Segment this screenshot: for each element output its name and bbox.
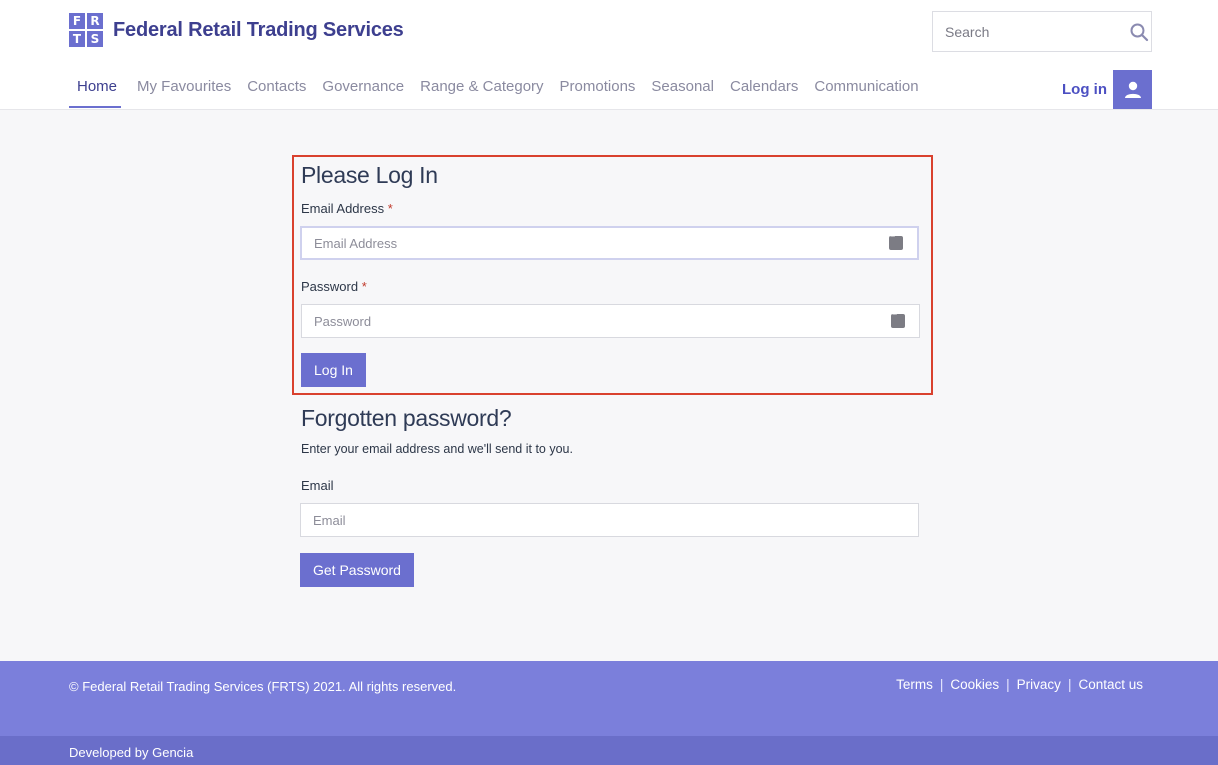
logo-mark: F R T S xyxy=(69,13,103,47)
footer-link-cookies[interactable]: Cookies xyxy=(950,677,999,692)
password-label: Password * xyxy=(301,279,367,294)
nav-item-home[interactable]: Home xyxy=(69,78,122,108)
search-input[interactable] xyxy=(933,12,1126,51)
password-field xyxy=(301,304,920,338)
password-manager-icon[interactable] xyxy=(891,311,905,328)
copyright-text: © Federal Retail Trading Services (FRTS)… xyxy=(69,679,457,694)
login-title: Please Log In xyxy=(301,162,438,188)
required-mark: * xyxy=(361,279,367,294)
password-input[interactable] xyxy=(302,305,891,337)
nav-item-contacts[interactable]: Contacts xyxy=(247,78,306,108)
forgot-email-input[interactable] xyxy=(301,504,918,536)
nav-item-seasonal[interactable]: Seasonal xyxy=(651,78,714,108)
forgot-email-field xyxy=(300,503,919,537)
email-field xyxy=(300,226,919,260)
email-label-text: Email Address xyxy=(301,201,385,216)
footer-link-terms[interactable]: Terms xyxy=(896,677,933,692)
required-mark: * xyxy=(387,201,393,216)
site-header: F R T S Federal Retail Trading Services … xyxy=(0,0,1218,110)
divider: | xyxy=(1067,677,1072,692)
password-label-text: Password xyxy=(301,279,359,294)
forgot-password-description: Enter your email address and we'll send … xyxy=(301,442,573,456)
nav-item-promotions[interactable]: Promotions xyxy=(560,78,636,108)
header-login-link[interactable]: Log in xyxy=(1062,81,1107,98)
site-logo[interactable]: F R T S Federal Retail Trading Services xyxy=(69,13,404,47)
logo-letter-s: S xyxy=(87,31,103,47)
footer-link-privacy[interactable]: Privacy xyxy=(1017,677,1061,692)
nav-item-range-category[interactable]: Range & Category xyxy=(420,78,543,108)
nav-item-governance[interactable]: Governance xyxy=(322,78,404,108)
nav-item-communication[interactable]: Communication xyxy=(814,78,918,108)
email-label: Email Address * xyxy=(301,201,393,216)
site-footer: © Federal Retail Trading Services (FRTS)… xyxy=(0,661,1218,736)
footer-links: Terms | Cookies | Privacy | Contact us xyxy=(896,677,1143,692)
email-input[interactable] xyxy=(302,228,889,258)
forgot-email-label: Email xyxy=(301,478,334,493)
site-name: Federal Retail Trading Services xyxy=(113,18,404,41)
main-nav: Home My Favourites Contacts Governance R… xyxy=(69,78,935,108)
get-password-button[interactable]: Get Password xyxy=(300,553,414,587)
sub-footer: Developed by Gencia xyxy=(0,736,1218,765)
footer-link-contact-us[interactable]: Contact us xyxy=(1078,677,1143,692)
logo-letter-f: F xyxy=(69,13,85,29)
user-icon[interactable] xyxy=(1113,70,1152,109)
logo-letter-t: T xyxy=(69,31,85,47)
logo-letter-r: R xyxy=(87,13,103,29)
developer-credit: Developed by Gencia xyxy=(69,745,194,760)
nav-item-calendars[interactable]: Calendars xyxy=(730,78,798,108)
nav-item-my-favourites[interactable]: My Favourites xyxy=(137,78,231,108)
login-form: Please Log In Email Address * Password *… xyxy=(292,155,933,395)
search-box xyxy=(932,11,1152,52)
divider: | xyxy=(1006,677,1010,692)
forgot-password-title: Forgotten password? xyxy=(301,405,512,431)
divider: | xyxy=(939,677,944,692)
search-icon[interactable] xyxy=(1126,12,1151,51)
login-button[interactable]: Log In xyxy=(301,353,366,387)
password-manager-icon[interactable] xyxy=(889,233,903,250)
